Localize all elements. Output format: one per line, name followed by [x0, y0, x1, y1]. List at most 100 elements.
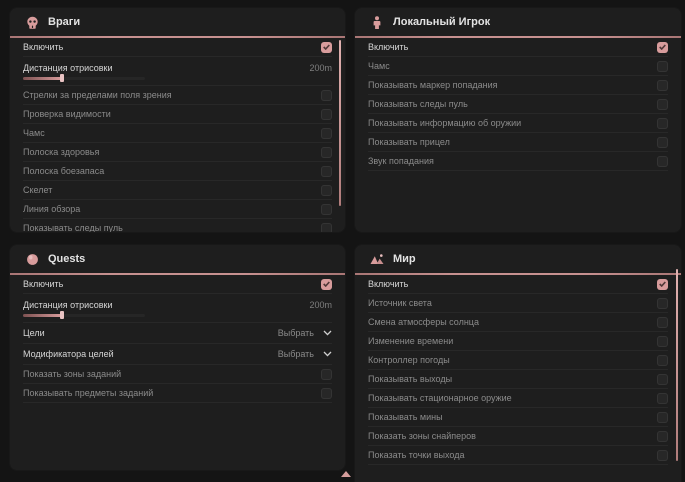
checkbox[interactable]	[657, 450, 668, 461]
setting-label: Показывать следы пуль	[368, 99, 468, 109]
setting-row[interactable]: Смена атмосферы солнца	[368, 313, 668, 332]
setting-row[interactable]: Показывать информацию об оружии	[368, 114, 668, 133]
checkbox[interactable]	[321, 185, 332, 196]
panel-enemies: Враги Включить Дистанция отрисовки 200m	[10, 8, 345, 232]
setting-label: Дистанция отрисовки	[23, 63, 113, 73]
setting-row-enable[interactable]: Включить	[23, 275, 332, 294]
slider-thumb[interactable]	[60, 311, 64, 319]
setting-row[interactable]: Контроллер погоды	[368, 351, 668, 370]
setting-row[interactable]: Линия обзора	[23, 200, 332, 219]
setting-row-enable[interactable]: Включить	[23, 38, 332, 57]
setting-row[interactable]: Чамс	[23, 124, 332, 143]
setting-label: Чамс	[23, 128, 45, 138]
setting-row[interactable]: Показывать предметы заданий	[23, 384, 332, 403]
setting-row[interactable]: Показывать следы пуль	[368, 95, 668, 114]
setting-row[interactable]: Стрелки за пределами поля зрения	[23, 86, 332, 105]
check-icon	[323, 44, 330, 50]
checkbox[interactable]	[657, 99, 668, 110]
setting-row[interactable]: Проверка видимости	[23, 105, 332, 124]
setting-row[interactable]: Показывать стационарное оружие	[368, 389, 668, 408]
setting-row[interactable]: Показывать прицел	[368, 133, 668, 152]
panel-enemies-header[interactable]: Враги	[10, 8, 345, 36]
checkbox[interactable]	[321, 109, 332, 120]
dropdown-row-target-modifiers[interactable]: Модификатора целей Выбрать	[23, 344, 332, 365]
scrollbar[interactable]	[339, 40, 341, 206]
setting-row[interactable]: Звук попадания	[368, 152, 668, 171]
setting-row[interactable]: Показывать следы пуль	[23, 219, 332, 232]
checkbox[interactable]	[657, 137, 668, 148]
setting-row[interactable]: Чамс	[368, 57, 668, 76]
checkbox[interactable]	[657, 61, 668, 72]
checkbox[interactable]	[657, 279, 668, 290]
setting-row[interactable]: Скелет	[23, 181, 332, 200]
checkbox[interactable]	[657, 156, 668, 167]
slider-thumb[interactable]	[60, 74, 64, 82]
person-icon	[370, 15, 384, 29]
panel-quests-body: Включить Дистанция отрисовки 200m Цели В…	[10, 275, 345, 470]
checkbox[interactable]	[657, 336, 668, 347]
scrollbar[interactable]	[676, 269, 678, 461]
setting-row[interactable]: Показать точки выхода	[368, 446, 668, 465]
checkbox[interactable]	[657, 118, 668, 129]
check-icon	[659, 281, 666, 287]
setting-row[interactable]: Полоска боезапаса	[23, 162, 332, 181]
panel-local-player: Локальный Игрок Включить Чамс Показывать…	[355, 8, 681, 232]
setting-row-enable[interactable]: Включить	[368, 38, 668, 57]
setting-label: Смена атмосферы солнца	[368, 317, 479, 327]
render-distance-slider[interactable]	[23, 77, 145, 80]
panel-local-player-body: Включить Чамс Показывать маркер попадани…	[355, 38, 681, 232]
checkbox[interactable]	[321, 369, 332, 380]
setting-row[interactable]: Источник света	[368, 294, 668, 313]
checkbox[interactable]	[657, 42, 668, 53]
chevron-down-icon[interactable]	[323, 330, 332, 336]
panel-local-player-header[interactable]: Локальный Игрок	[355, 8, 681, 36]
setting-label: Показать точки выхода	[368, 450, 464, 460]
panel-title: Quests	[48, 253, 85, 265]
panel-quests-header[interactable]: Quests	[10, 245, 345, 273]
setting-label: Чамс	[368, 61, 390, 71]
setting-row[interactable]: Показывать выходы	[368, 370, 668, 389]
panel-title: Мир	[393, 253, 416, 265]
checkbox[interactable]	[321, 128, 332, 139]
slider-value: 200m	[309, 63, 332, 73]
setting-row[interactable]: Показывать маркер попадания	[368, 76, 668, 95]
checkbox[interactable]	[657, 298, 668, 309]
setting-row[interactable]: Показывать мины	[368, 408, 668, 427]
panel-world-header[interactable]: Мир	[355, 245, 681, 273]
setting-label: Показать зоны снайперов	[368, 431, 476, 441]
checkbox[interactable]	[657, 80, 668, 91]
panel-world-body: Включить Источник света Смена атмосферы …	[355, 275, 681, 482]
chevron-down-icon[interactable]	[323, 351, 332, 357]
setting-row[interactable]: Показать зоны снайперов	[368, 427, 668, 446]
checkbox[interactable]	[321, 166, 332, 177]
checkbox[interactable]	[321, 204, 332, 215]
render-distance-slider[interactable]	[23, 314, 145, 317]
dropdown-row-targets[interactable]: Цели Выбрать	[23, 323, 332, 344]
checkbox[interactable]	[657, 393, 668, 404]
checkbox[interactable]	[657, 412, 668, 423]
checkbox[interactable]	[321, 42, 332, 53]
checkbox[interactable]	[657, 317, 668, 328]
dropdown-value: Выбрать	[278, 328, 314, 338]
checkbox[interactable]	[321, 90, 332, 101]
checkbox[interactable]	[321, 223, 332, 233]
checkbox[interactable]	[657, 431, 668, 442]
setting-row[interactable]: Показать зоны заданий	[23, 365, 332, 384]
checkbox[interactable]	[321, 147, 332, 158]
setting-label: Скелет	[23, 185, 52, 195]
setting-label: Показывать стационарное оружие	[368, 393, 512, 403]
setting-row-enable[interactable]: Включить	[368, 275, 668, 294]
orb-icon	[25, 252, 39, 266]
setting-row[interactable]: Полоска здоровья	[23, 143, 332, 162]
checkbox[interactable]	[657, 355, 668, 366]
setting-label: Линия обзора	[23, 204, 80, 214]
check-icon	[323, 281, 330, 287]
checkbox[interactable]	[321, 388, 332, 399]
expand-arrow-icon[interactable]	[341, 471, 351, 477]
setting-label: Показывать выходы	[368, 374, 452, 384]
checkbox[interactable]	[657, 374, 668, 385]
setting-row[interactable]: Изменение времени	[368, 332, 668, 351]
mountain-icon	[370, 252, 384, 266]
checkbox[interactable]	[321, 279, 332, 290]
setting-label: Полоска боезапаса	[23, 166, 104, 176]
